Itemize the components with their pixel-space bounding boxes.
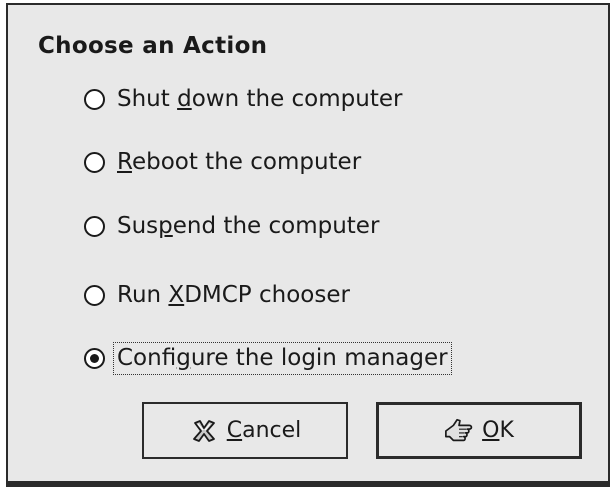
radio-label-reboot: Reboot the computer bbox=[117, 149, 362, 175]
radio-label-suspend: Suspend the computer bbox=[117, 213, 380, 239]
radio-option-shutdown[interactable]: Shut down the computer bbox=[80, 77, 402, 121]
radio-option-suspend[interactable]: Suspend the computer bbox=[80, 204, 379, 248]
radio-button-unchecked-icon[interactable] bbox=[84, 151, 105, 173]
radio-option-xdmcp[interactable]: Run XDMCP chooser bbox=[80, 273, 350, 317]
radio-button-unchecked-icon[interactable] bbox=[84, 215, 105, 237]
radio-option-configure[interactable]: Configure the login manager bbox=[80, 336, 452, 380]
cancel-button[interactable]: Cancel bbox=[142, 402, 348, 459]
ok-hand-icon bbox=[444, 416, 474, 446]
radio-label-shutdown: Shut down the computer bbox=[117, 86, 403, 112]
radio-button-unchecked-icon[interactable] bbox=[84, 284, 105, 306]
dialog-heading: Choose an Action bbox=[38, 33, 268, 59]
radio-label-configure: Configure the login manager bbox=[113, 341, 452, 375]
radio-label-xdmcp: Run XDMCP chooser bbox=[117, 282, 350, 308]
cancel-button-content: Cancel bbox=[189, 416, 302, 446]
radio-option-reboot[interactable]: Reboot the computer bbox=[80, 140, 361, 184]
ok-button-label: OK bbox=[482, 418, 514, 443]
ok-button-content: OK bbox=[444, 416, 514, 446]
action-dialog: Choose an Action Shut down the computer … bbox=[6, 3, 610, 487]
radio-button-unchecked-icon[interactable] bbox=[84, 88, 105, 110]
radio-button-checked-icon[interactable] bbox=[84, 347, 105, 369]
ok-button[interactable]: OK bbox=[376, 402, 582, 459]
cancel-button-label: Cancel bbox=[226, 418, 302, 443]
cancel-x-icon bbox=[189, 416, 219, 446]
